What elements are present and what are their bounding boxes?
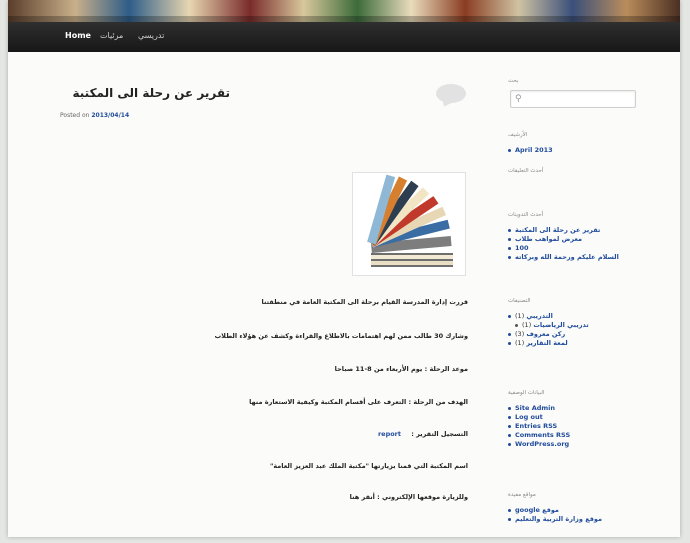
recent-post-link[interactable]: السلام عليكم ورحمة الله وبركاته <box>515 253 619 261</box>
meta-title: البيانات الوصفية <box>508 390 545 396</box>
post-paragraph: الهدف من الرحلة : التعرف على أقسام المكت… <box>249 398 468 406</box>
main-post: تقرير عن رحلة الى المكتبة Posted on 2013… <box>48 52 478 537</box>
entries-rss-link[interactable]: Entries RSS <box>515 422 557 430</box>
link-item: موقع google <box>508 506 602 515</box>
categories-list: التدريبي (1) تدريبي الرياضيات (1) ركن مع… <box>508 312 589 348</box>
books-illustration <box>353 173 465 275</box>
search-input[interactable]: ⚲ <box>510 90 636 108</box>
post-date-link[interactable]: 2013/04/14 <box>91 112 129 119</box>
post-paragraph: اسم المكتبة التي قمنا بزيارتها "مكتبة ال… <box>269 462 468 470</box>
meta-item: WordPress.org <box>508 440 570 449</box>
recent-post-link[interactable]: 100 <box>515 244 529 252</box>
report-link[interactable]: report <box>378 430 401 438</box>
recent-post-item: تقرير عن رحلة الى المكتبة <box>508 226 619 235</box>
recent-post-item: السلام عليكم ورحمة الله وبركاته <box>508 253 619 262</box>
category-link[interactable]: التدريبي <box>526 312 553 320</box>
recent-posts-title: أحدث التدوينات <box>508 212 544 218</box>
posted-on-label: Posted on <box>60 112 90 119</box>
nav-item-media[interactable]: مرئيات <box>100 31 123 40</box>
post-paragraph: قررت إدارة المدرسة القيام برحلة الى المك… <box>261 298 468 306</box>
meta-item: Entries RSS <box>508 422 570 431</box>
site-admin-link[interactable]: Site Admin <box>515 404 555 412</box>
post-paragraph-report: التسجيل التقرير : report <box>378 430 468 438</box>
comment-bubble-icon[interactable] <box>436 84 466 103</box>
post-paragraph: وللزيارة موقعها الإلكتروني : أنقر هنا <box>349 493 468 501</box>
archives-list: April 2013 <box>508 146 553 155</box>
recent-post-item: 100 <box>508 244 619 253</box>
recent-comments-title: أحدث التعليقات <box>508 168 544 174</box>
category-link[interactable]: ركن معروف <box>526 330 565 338</box>
category-item: ركن معروف (3) <box>508 330 589 339</box>
archives-title: الأرشيف <box>508 132 528 138</box>
category-item: تدريبي الرياضيات (1) <box>508 321 589 330</box>
category-count: (1) <box>515 312 525 320</box>
category-item: التدريبي (1) <box>508 312 589 321</box>
meta-item: Comments RSS <box>508 431 570 440</box>
nav-item-home[interactable]: Home <box>65 31 91 40</box>
report-label: التسجيل التقرير : <box>411 430 468 438</box>
search-widget-title: بحث <box>508 78 519 84</box>
category-count: (1) <box>515 339 525 347</box>
archive-item: April 2013 <box>508 146 553 155</box>
category-item: لمعة التقارير (1) <box>508 339 589 348</box>
nav-item-teaching[interactable]: تدريسي <box>138 31 164 40</box>
categories-title: التصنيفات <box>508 298 531 304</box>
recent-post-link[interactable]: تقرير عن رحلة الى المكتبة <box>515 226 600 234</box>
category-count: (3) <box>515 330 525 338</box>
category-count: (1) <box>522 321 532 329</box>
comments-rss-link[interactable]: Comments RSS <box>515 431 570 439</box>
recent-posts-list: تقرير عن رحلة الى المكتبة معرض لمواهب طل… <box>508 226 619 262</box>
header-banner-image <box>8 0 680 22</box>
search-icon: ⚲ <box>515 94 522 104</box>
category-link[interactable]: تدريبي الرياضيات <box>533 321 588 329</box>
google-link[interactable]: موقع google <box>515 506 559 514</box>
books-image <box>352 172 466 276</box>
links-list: موقع google موقع وزارة التربية والتعليم <box>508 506 602 524</box>
link-item: موقع وزارة التربية والتعليم <box>508 515 602 524</box>
meta-item: Log out <box>508 413 570 422</box>
category-link[interactable]: لمعة التقارير <box>526 339 567 347</box>
post-paragraph: وشارك 30 طالب ممن لهم اهتمامات بالاطلاع … <box>214 332 468 340</box>
links-title: مواقع مفيدة <box>508 492 536 498</box>
recent-post-link[interactable]: معرض لمواهب طلاب <box>515 235 582 243</box>
sidebar: بحث ⚲ الأرشيف April 2013 أحدث التعليقات … <box>498 52 668 537</box>
meta-list: Site Admin Log out Entries RSS Comments … <box>508 404 570 449</box>
post-meta: Posted on 2013/04/14 <box>60 112 129 119</box>
content-area: تقرير عن رحلة الى المكتبة Posted on 2013… <box>8 52 680 537</box>
archive-link[interactable]: April 2013 <box>515 146 553 154</box>
log-out-link[interactable]: Log out <box>515 413 543 421</box>
post-title[interactable]: تقرير عن رحلة الى المكتبة <box>60 86 231 100</box>
wordpress-link[interactable]: WordPress.org <box>515 440 569 448</box>
post-paragraph: موعد الرحلة : يوم الأربعاء من 8-11 صباحا <box>334 365 468 373</box>
page-frame: Home مرئيات تدريسي تقرير عن رحلة الى الم… <box>8 0 680 537</box>
recent-post-item: معرض لمواهب طلاب <box>508 235 619 244</box>
ministry-link[interactable]: موقع وزارة التربية والتعليم <box>515 515 602 523</box>
meta-item: Site Admin <box>508 404 570 413</box>
main-navigation: Home مرئيات تدريسي <box>8 22 680 52</box>
